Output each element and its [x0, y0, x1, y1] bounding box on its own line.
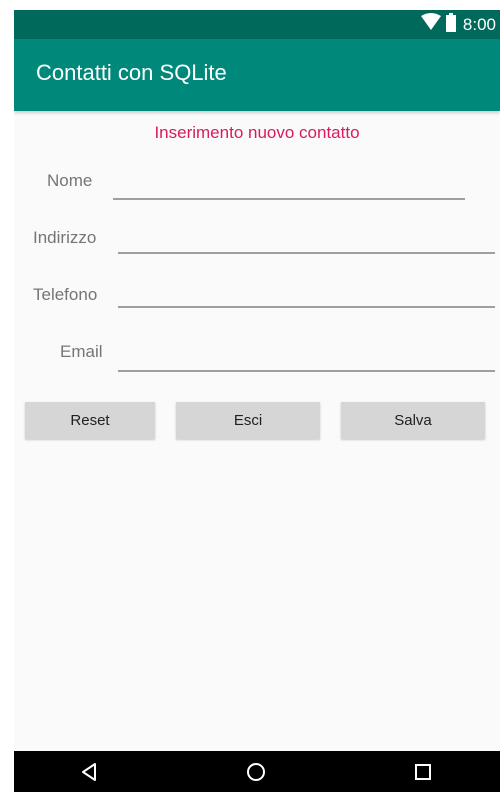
status-time: 8:00	[462, 14, 496, 34]
reset-button[interactable]: Reset	[25, 402, 155, 439]
telefono-field[interactable]	[118, 280, 495, 308]
status-bar: 8:00	[14, 10, 500, 39]
nome-field[interactable]	[113, 172, 465, 200]
battery-icon	[445, 12, 456, 37]
app-title: Contatti con SQLite	[36, 60, 227, 85]
home-icon[interactable]	[226, 751, 286, 792]
back-icon[interactable]	[59, 751, 119, 792]
telefono-label: Telefono	[33, 285, 98, 304]
indirizzo-label: Indirizzo	[33, 228, 97, 247]
email-label: Email	[60, 342, 103, 361]
email-field[interactable]	[118, 344, 495, 372]
salva-button[interactable]: Salva	[341, 402, 485, 439]
phone-screen: 8:00 Contatti con SQLite Inserimento nuo…	[14, 10, 500, 792]
indirizzo-field[interactable]	[118, 226, 495, 254]
form-heading: Inserimento nuovo contatto	[154, 123, 360, 142]
wifi-icon	[420, 13, 441, 36]
navigation-bar	[14, 751, 500, 792]
app-bar: Contatti con SQLite	[14, 39, 500, 111]
nome-label: Nome	[47, 171, 93, 190]
recents-icon[interactable]	[393, 751, 453, 792]
esci-button[interactable]: Esci	[176, 402, 320, 439]
status-icons: 8:00	[420, 10, 496, 39]
